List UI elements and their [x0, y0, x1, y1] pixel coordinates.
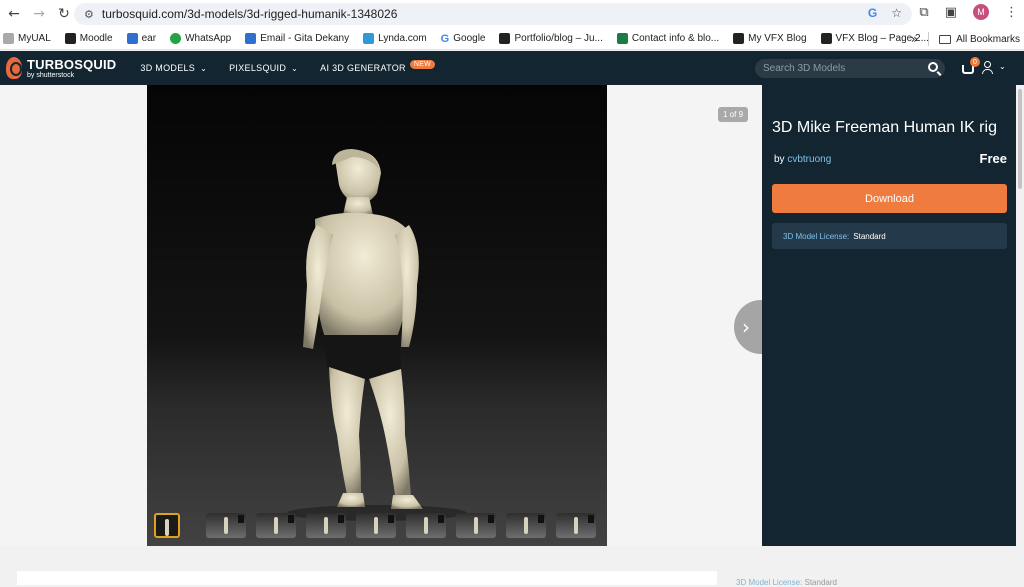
cart-count-badge: 0	[970, 57, 980, 67]
thumbnail-item[interactable]	[356, 513, 396, 538]
folder-icon	[939, 34, 952, 44]
google-lens-icon[interactable]: G	[868, 6, 877, 20]
lower-license-info: 3D Model License: Standard	[736, 578, 837, 587]
thumbnail-strip	[154, 513, 596, 538]
profile-avatar[interactable]: M	[973, 4, 989, 20]
search-icon[interactable]	[928, 62, 938, 72]
lynda-icon	[363, 33, 375, 44]
bookmark-myual[interactable]: MyUAL	[3, 33, 51, 44]
chevron-down-icon[interactable]: ⌄	[999, 62, 1006, 71]
rigged-human-figure	[287, 149, 467, 521]
thumbnail-item[interactable]	[506, 513, 546, 538]
forward-arrow-icon[interactable]: →	[28, 3, 50, 25]
url-text[interactable]: turbosquid.com/3d-models/3d-rigged-human…	[102, 7, 398, 21]
lower-page-content: 3D Model License: Standard	[0, 546, 1016, 587]
author-line: by cvbtruong	[774, 154, 832, 165]
bookmark-lynda[interactable]: Lynda.com	[363, 33, 427, 44]
thumbnail-item[interactable]	[556, 513, 596, 538]
license-label[interactable]: 3D Model License:	[783, 232, 849, 241]
scrollbar-thumb[interactable]	[1018, 89, 1022, 189]
blog-icon	[820, 33, 832, 44]
excel-icon	[616, 33, 628, 44]
product-viewer-area: 1 of 9 ›	[0, 85, 788, 546]
thumbnail-item[interactable]	[306, 513, 346, 538]
content-card	[17, 571, 717, 585]
product-info-panel: 3D Mike Freeman Human IK rig by cvbtruon…	[762, 85, 1024, 546]
site-info-icon[interactable]: ⚙	[84, 8, 94, 21]
product-title: 3D Mike Freeman Human IK rig	[772, 119, 997, 136]
thumbnail-item[interactable]	[154, 513, 180, 538]
logo-subtitle: by shutterstock	[27, 71, 75, 79]
site-header: TURBOSQUID by shutterstock 3D MODELS ⌄ P…	[0, 51, 1024, 85]
thumbnail-item[interactable]	[256, 513, 296, 538]
menu-3d-models[interactable]: 3D MODELS ⌄	[140, 63, 207, 73]
extensions-icon[interactable]: ⧉	[919, 5, 928, 20]
moodle-icon	[64, 33, 76, 44]
bookmark-moodle[interactable]: Moodle	[64, 33, 113, 44]
outlook-icon	[245, 33, 257, 44]
new-badge: NEW	[409, 59, 436, 69]
browser-menu-icon[interactable]: ⋮	[1005, 5, 1018, 20]
bookmark-vfx-blog[interactable]: My VFX Blog	[733, 33, 807, 44]
bookmarks-bar: MyUAL Moodle ear WhatsApp Email - Gita D…	[0, 28, 1024, 50]
author-link[interactable]: cvbtruong	[787, 154, 831, 165]
blog-icon	[499, 33, 511, 44]
download-button[interactable]: Download	[772, 184, 1007, 213]
outlook-icon	[126, 33, 138, 44]
bookmark-star-icon[interactable]: ☆	[891, 6, 902, 20]
bookmark-portfolio[interactable]: Portfolio/blog – Ju...	[499, 33, 603, 44]
search-input[interactable]	[763, 63, 923, 74]
model-preview-image[interactable]	[147, 85, 607, 546]
all-bookmarks-link[interactable]: All Bookmarks	[956, 34, 1020, 45]
thumbnail-item[interactable]	[206, 513, 246, 538]
address-bar[interactable]: ⚙ turbosquid.com/3d-models/3d-rigged-hum…	[74, 3, 912, 25]
main-menu: 3D MODELS ⌄ PIXELSQUID ⌄ AI 3D GENERATOR…	[140, 59, 436, 73]
back-arrow-icon[interactable]: ←	[3, 3, 25, 25]
thumbnail-item[interactable]	[406, 513, 446, 538]
divider	[928, 32, 930, 46]
price: Free	[979, 151, 1007, 166]
bookmark-whatsapp[interactable]: WhatsApp	[170, 33, 231, 44]
chevron-down-icon: ⌄	[291, 63, 299, 73]
reload-icon[interactable]: ↻	[53, 3, 75, 25]
bookmark-google[interactable]: G Google	[441, 33, 486, 45]
page-scrollbar[interactable]	[1016, 85, 1024, 585]
myual-icon	[3, 33, 14, 44]
image-counter: 1 of 9	[718, 107, 749, 122]
menu-pixelsquid[interactable]: PIXELSQUID ⌄	[229, 63, 298, 73]
browser-toolbar: ← → ↻ ⚙ turbosquid.com/3d-models/3d-rigg…	[0, 0, 1024, 28]
chevron-down-icon: ⌄	[200, 63, 208, 73]
menu-ai-3d-generator[interactable]: AI 3D GENERATOR NEW	[320, 59, 436, 73]
squid-logo-icon	[6, 57, 22, 79]
license-value: Standard	[853, 231, 886, 241]
blog-icon	[733, 33, 745, 44]
bookmark-email[interactable]: Email - Gita Dekany	[245, 33, 349, 44]
logo-title: TURBOSQUID	[27, 56, 117, 72]
google-icon: G	[440, 32, 450, 45]
side-panel-icon[interactable]: ▣	[945, 5, 957, 20]
turbosquid-logo[interactable]: TURBOSQUID by shutterstock	[6, 57, 116, 79]
whatsapp-icon	[170, 33, 182, 44]
search-bar[interactable]	[755, 59, 945, 78]
more-bookmarks-button[interactable]: »	[911, 32, 918, 46]
user-account-icon[interactable]	[982, 61, 994, 75]
license-info[interactable]: 3D Model License: Standard	[772, 223, 1007, 249]
bookmark-contact[interactable]: Contact info & blo...	[616, 33, 719, 44]
thumbnail-item[interactable]	[456, 513, 496, 538]
bookmark-ear[interactable]: ear	[126, 33, 156, 44]
chevron-right-icon: ›	[742, 315, 750, 339]
